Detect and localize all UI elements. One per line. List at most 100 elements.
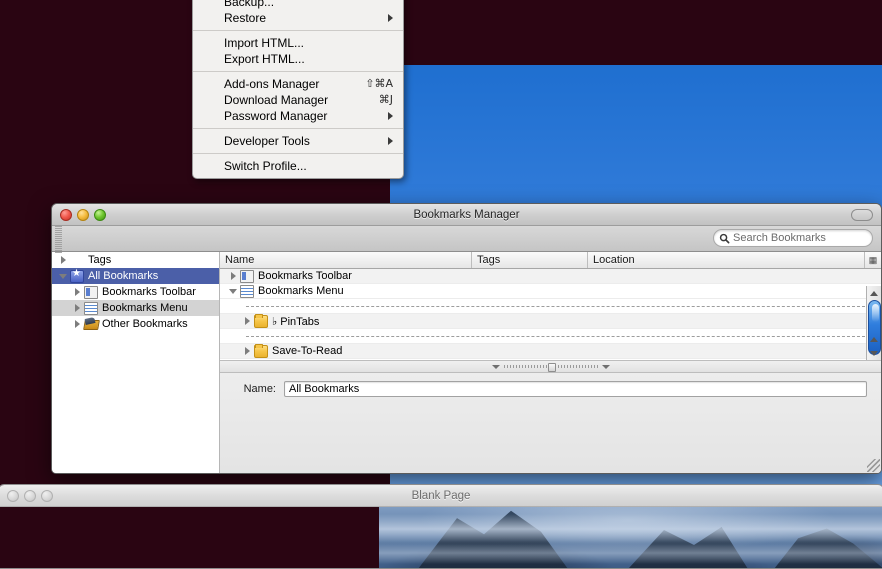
collapse-left-arrow-icon[interactable] xyxy=(491,364,500,369)
menu-separator xyxy=(193,71,403,72)
close-button[interactable] xyxy=(7,490,19,502)
zoom-button[interactable] xyxy=(41,490,53,502)
twisty-open-icon[interactable] xyxy=(56,273,70,279)
submenu-arrow-icon xyxy=(388,137,393,145)
twisty-closed-icon[interactable] xyxy=(70,288,84,296)
sidebar-tree[interactable]: Tags All Bookmarks Bookmarks Toolbar Boo… xyxy=(52,226,220,473)
menu-item-download-manager[interactable]: Download Manager ⌘J xyxy=(193,92,403,108)
bookmarks-manager-window: Bookmarks Manager Search Bookmarks Tags xyxy=(51,203,882,474)
sidebar-item-all-bookmarks[interactable]: All Bookmarks xyxy=(52,268,219,284)
column-header-label: Name xyxy=(225,254,255,266)
menu-item-switch-profile[interactable]: Switch Profile... xyxy=(193,158,403,174)
sidebar-item-label: Other Bookmarks xyxy=(102,318,188,330)
bookmarks-tools-menu[interactable]: Backup... Restore Import HTML... Export … xyxy=(192,0,404,179)
close-button[interactable] xyxy=(60,209,72,221)
menu-item-password-manager[interactable]: Password Manager xyxy=(193,108,403,124)
folder-icon xyxy=(254,343,268,358)
collapse-right-arrow-icon[interactable] xyxy=(601,364,610,369)
table-row[interactable]: Bookmarks Toolbar xyxy=(220,269,881,284)
menu-item-addons-manager[interactable]: Add-ons Manager ⇧⌘A xyxy=(193,76,403,92)
other-bookmarks-icon xyxy=(84,318,98,331)
minimize-button[interactable] xyxy=(77,209,89,221)
menu-item-export-html[interactable]: Export HTML... xyxy=(193,51,403,67)
menu-item-shortcut: ⌘J xyxy=(378,93,393,106)
blank-page-window[interactable]: Blank Page xyxy=(0,484,882,569)
table-row[interactable]: Bookmarks Menu xyxy=(220,284,881,299)
detail-pane: Name: All Bookmarks xyxy=(220,373,881,473)
name-field-label: Name: xyxy=(243,383,276,395)
vertical-scrollbar[interactable] xyxy=(866,286,881,360)
splitter-grip[interactable] xyxy=(503,363,598,372)
bookmarks-tree[interactable]: Bookmarks Toolbar Bookmarks Menu ♭ PinTa xyxy=(220,269,881,360)
sidebar-item-bookmarks-toolbar[interactable]: Bookmarks Toolbar xyxy=(52,284,219,300)
background-window-title: Blank Page xyxy=(411,489,471,502)
window-toolbar: Search Bookmarks xyxy=(52,226,881,252)
menu-item-label: Password Manager xyxy=(224,109,328,123)
sidebar-item-bookmarks-menu[interactable]: Bookmarks Menu xyxy=(52,300,219,316)
folder-icon xyxy=(254,313,268,328)
menu-item-shortcut: ⇧⌘A xyxy=(365,77,393,90)
toolbar-icon xyxy=(240,269,254,283)
column-headers: Name Tags Location ▦ xyxy=(220,252,881,269)
sidebar-item-tags[interactable]: Tags xyxy=(52,252,219,268)
menu-item-backup[interactable]: Backup... xyxy=(193,0,403,10)
window-titlebar[interactable]: Bookmarks Manager xyxy=(52,204,881,226)
scroll-up-arrow[interactable] xyxy=(867,332,881,346)
menu-separator xyxy=(193,153,403,154)
twisty-closed-icon[interactable] xyxy=(226,272,240,280)
row-label: Save-To-Read xyxy=(272,345,343,357)
sidebar-item-other-bookmarks[interactable]: Other Bookmarks xyxy=(52,316,219,332)
column-header-name[interactable]: Name xyxy=(220,252,472,268)
zoom-button[interactable] xyxy=(94,209,106,221)
twisty-open-icon[interactable] xyxy=(226,288,240,294)
menu-item-label: Switch Profile... xyxy=(224,159,307,173)
menu-item-label: Backup... xyxy=(224,0,275,9)
toolbar-toggle-button[interactable] xyxy=(851,209,873,221)
sidebar-item-label: All Bookmarks xyxy=(88,270,159,282)
background-window-titlebar[interactable]: Blank Page xyxy=(0,485,882,507)
twisty-closed-icon[interactable] xyxy=(70,320,84,328)
twisty-closed-icon[interactable] xyxy=(240,317,254,325)
thumb-highlight xyxy=(872,304,879,322)
menu-item-developer-tools[interactable]: Developer Tools xyxy=(193,133,403,149)
submenu-arrow-icon xyxy=(388,112,393,120)
column-header-label: Tags xyxy=(477,254,501,266)
menu-item-label: Download Manager xyxy=(224,93,329,107)
name-input-value: All Bookmarks xyxy=(289,383,360,395)
desktop: Backup... Restore Import HTML... Export … xyxy=(0,0,882,569)
window-resize-grip[interactable] xyxy=(867,459,880,472)
menu-item-label: Restore xyxy=(224,11,267,25)
sidebar-item-label: Bookmarks Toolbar xyxy=(102,286,196,298)
twisty-closed-icon[interactable] xyxy=(56,256,70,264)
drop-indicator xyxy=(220,299,881,314)
column-header-tags[interactable]: Tags xyxy=(472,252,588,268)
submenu-arrow-icon xyxy=(388,14,393,22)
menu-item-restore[interactable]: Restore xyxy=(193,10,403,26)
pane-splitter[interactable] xyxy=(220,360,881,373)
window-title: Bookmarks Manager xyxy=(413,208,520,221)
minimize-button[interactable] xyxy=(24,490,36,502)
background-window-controls xyxy=(7,490,53,502)
menu-item-import-html[interactable]: Import HTML... xyxy=(193,35,403,51)
search-input[interactable]: Search Bookmarks xyxy=(713,229,873,247)
table-row[interactable]: ♭ PinTabs xyxy=(220,313,881,329)
bookmarks-list-pane: Name Tags Location ▦ Bookmarks Toolbar B… xyxy=(220,252,881,473)
window-controls xyxy=(60,209,106,221)
search-placeholder: Search Bookmarks xyxy=(733,232,826,244)
column-header-location[interactable]: Location xyxy=(588,252,865,268)
table-row[interactable]: Save-To-Read xyxy=(220,343,881,359)
row-label: ♭ PinTabs xyxy=(272,315,320,328)
twisty-closed-icon[interactable] xyxy=(70,304,84,312)
star-icon xyxy=(70,268,84,283)
twisty-closed-icon[interactable] xyxy=(240,347,254,355)
sidebar-grip[interactable] xyxy=(55,226,62,254)
toolbar-icon xyxy=(84,285,98,299)
menu-item-label: Import HTML... xyxy=(224,36,305,50)
column-options-icon[interactable]: ▦ xyxy=(865,252,881,268)
scroll-up-arrow[interactable] xyxy=(867,286,881,300)
name-input[interactable]: All Bookmarks xyxy=(284,381,867,397)
drop-indicator xyxy=(220,329,881,344)
search-icon xyxy=(719,233,730,243)
scroll-down-arrow[interactable] xyxy=(867,346,881,360)
sidebar-item-label: Tags xyxy=(88,254,112,266)
